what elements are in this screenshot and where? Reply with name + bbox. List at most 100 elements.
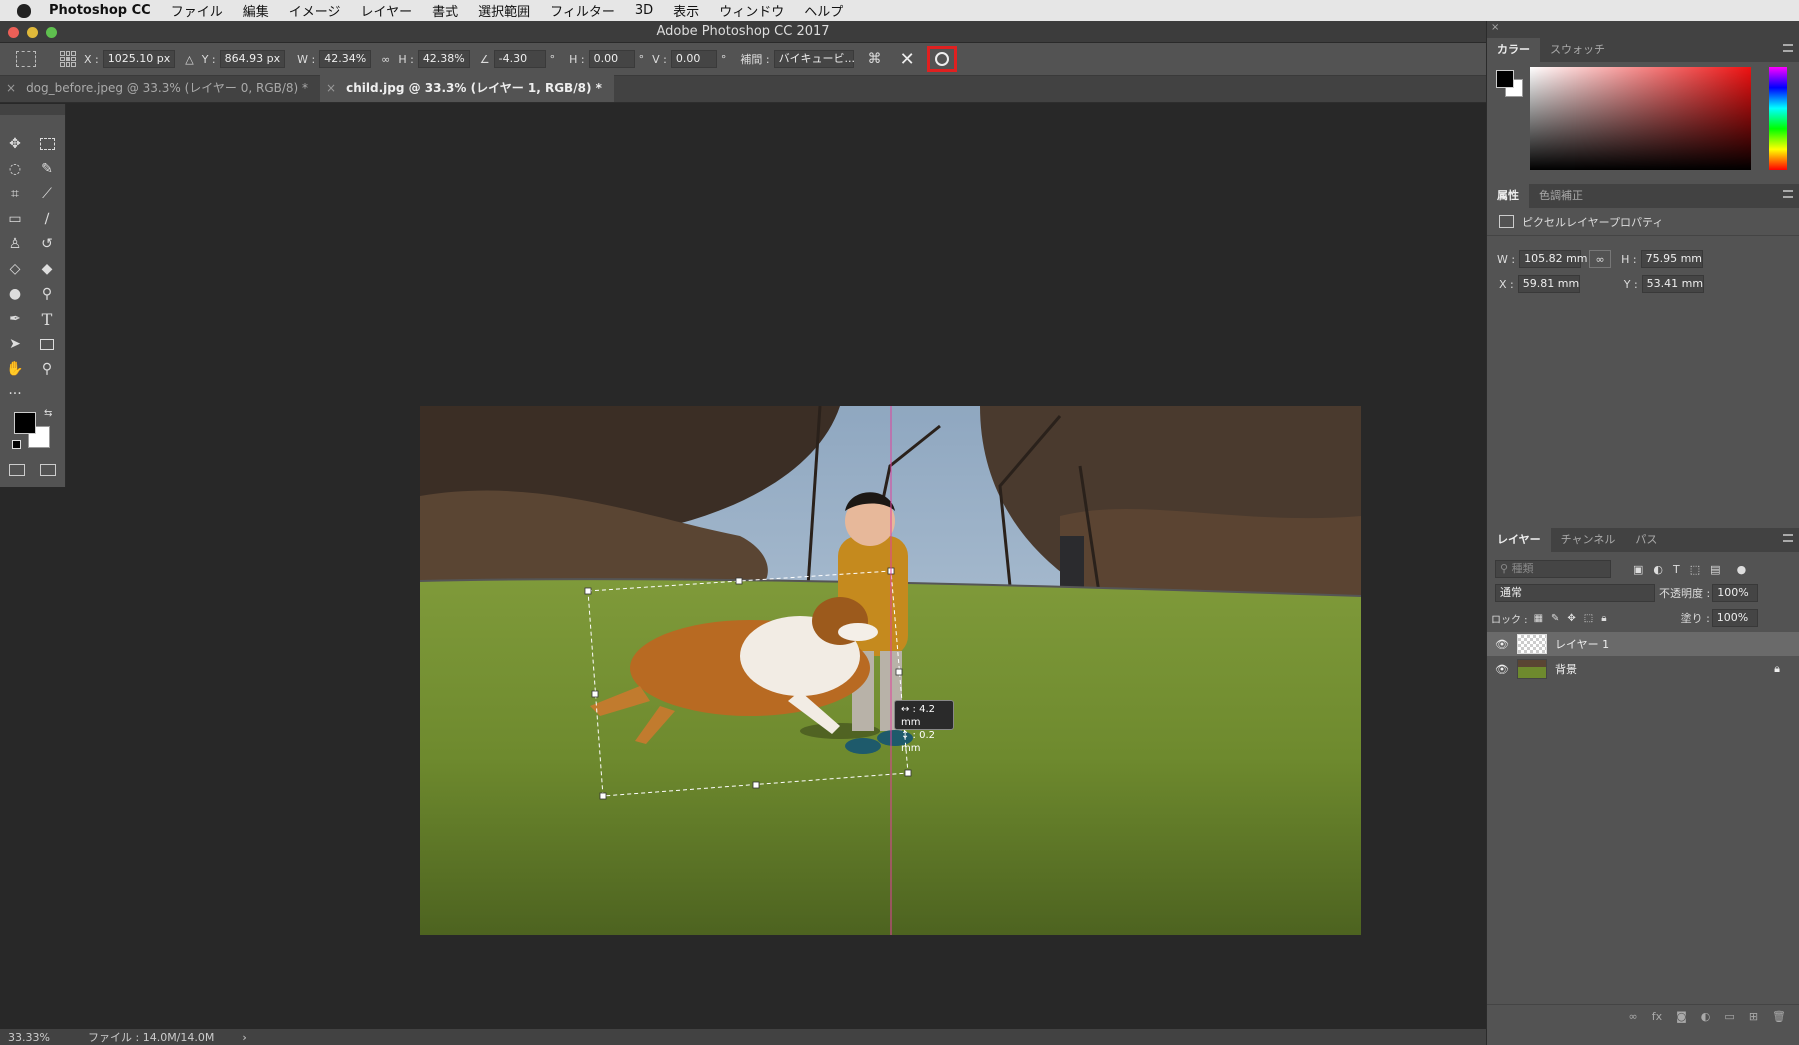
interpolation-select[interactable]: バイキュービ... bbox=[773, 50, 855, 68]
foreground-color-swatch[interactable] bbox=[1496, 70, 1514, 88]
close-window-icon[interactable] bbox=[8, 27, 19, 38]
opacity-input[interactable]: 100% bbox=[1712, 584, 1759, 602]
menu-filter[interactable]: フィルター bbox=[550, 1, 615, 20]
lock-artboard-icon[interactable]: ⬚ bbox=[1584, 613, 1593, 624]
status-menu-arrow[interactable]: › bbox=[242, 1031, 246, 1044]
lock-position-icon[interactable]: ✥ bbox=[1567, 613, 1575, 624]
link-layers-icon[interactable]: ∞ bbox=[1629, 1010, 1638, 1023]
new-layer-icon[interactable]: ⊞ bbox=[1749, 1010, 1758, 1023]
canvas-area[interactable]: ↔ : 4.2 mm ↕ : 0.2 mm bbox=[0, 103, 1486, 1032]
close-tab-icon[interactable]: × bbox=[326, 75, 336, 102]
zoom-level[interactable]: 33.33% bbox=[8, 1031, 78, 1044]
default-colors-icon[interactable] bbox=[12, 440, 21, 449]
layer-row[interactable]: 👁︎ 背景 🔒︎ bbox=[1487, 657, 1799, 681]
cancel-transform-icon[interactable]: ✕ bbox=[900, 49, 915, 70]
panel-menu-icon[interactable] bbox=[1783, 44, 1793, 52]
vskew-input[interactable]: 0.00 bbox=[670, 50, 717, 68]
menu-image[interactable]: イメージ bbox=[289, 1, 341, 20]
delta-icon[interactable]: △ bbox=[185, 53, 193, 66]
layer-filter-select[interactable]: ⚲ 種類 bbox=[1495, 560, 1611, 578]
dodge-tool-icon[interactable]: ⚲ bbox=[37, 284, 57, 304]
paint-bucket-tool-icon[interactable]: ◆ bbox=[37, 259, 57, 279]
menu-help[interactable]: ヘルプ bbox=[804, 1, 843, 20]
tab-child[interactable]: × child.jpg @ 33.3% (レイヤー 1, RGB/8) * bbox=[320, 75, 614, 102]
menu-app-name[interactable]: Photoshop CC bbox=[49, 3, 151, 18]
tab-paths[interactable]: パス bbox=[1625, 528, 1667, 552]
tab-dog-before[interactable]: × dog_before.jpeg @ 33.3% (レイヤー 0, RGB/8… bbox=[0, 75, 320, 102]
prop-x-input[interactable]: 59.81 mm bbox=[1517, 275, 1580, 293]
width-input[interactable]: 42.34% bbox=[319, 50, 372, 68]
document-image[interactable]: ↔ : 4.2 mm ↕ : 0.2 mm bbox=[420, 406, 1361, 935]
zoom-tool-icon[interactable]: ⚲ bbox=[37, 359, 57, 379]
menu-layer[interactable]: レイヤー bbox=[360, 1, 412, 20]
layer-style-icon[interactable]: fx bbox=[1652, 1010, 1662, 1023]
more-tools-icon[interactable]: ··· bbox=[5, 384, 25, 404]
tab-swatches[interactable]: スウォッチ bbox=[1540, 38, 1615, 62]
menu-3d[interactable]: 3D bbox=[635, 3, 653, 18]
link-icon[interactable]: ∞ bbox=[381, 53, 390, 66]
filter-adjustment-icon[interactable]: ◐ bbox=[1653, 563, 1663, 576]
filter-shape-icon[interactable]: ⬚ bbox=[1690, 563, 1700, 576]
clone-stamp-tool-icon[interactable]: ♙ bbox=[5, 234, 25, 254]
y-input[interactable]: 864.93 px bbox=[219, 50, 286, 68]
crop-tool-icon[interactable]: ⌗ bbox=[5, 184, 25, 204]
blend-mode-select[interactable]: 通常 bbox=[1495, 584, 1655, 602]
commit-transform-icon[interactable] bbox=[926, 46, 957, 72]
close-dock-icon[interactable]: × bbox=[1491, 22, 1499, 33]
pen-tool-icon[interactable]: ✒ bbox=[5, 309, 25, 329]
move-tool-icon[interactable]: ✥ bbox=[5, 134, 25, 154]
hskew-input[interactable]: 0.00 bbox=[588, 50, 635, 68]
blur-tool-icon[interactable]: ● bbox=[5, 284, 25, 304]
link-icon[interactable]: ∞ bbox=[1589, 250, 1612, 268]
prop-width-input[interactable]: 105.82 mm bbox=[1519, 250, 1588, 268]
layer-row[interactable]: 👁︎ レイヤー 1 bbox=[1487, 632, 1799, 656]
fill-input[interactable]: 100% bbox=[1711, 609, 1758, 627]
prop-y-input[interactable]: 53.41 mm bbox=[1641, 275, 1704, 293]
tab-layers[interactable]: レイヤー bbox=[1487, 528, 1551, 552]
zoom-window-icon[interactable] bbox=[46, 27, 57, 38]
prop-height-input[interactable]: 75.95 mm bbox=[1640, 250, 1703, 268]
tab-channels[interactable]: チャンネル bbox=[1551, 528, 1626, 552]
healing-brush-tool-icon[interactable]: ▭ bbox=[5, 209, 25, 229]
warp-icon[interactable]: ⌘ bbox=[868, 51, 882, 67]
panel-menu-icon[interactable] bbox=[1783, 534, 1793, 542]
filter-type-icon[interactable]: T bbox=[1673, 563, 1680, 576]
angle-input[interactable]: -4.30 bbox=[493, 50, 546, 68]
minimize-window-icon[interactable] bbox=[27, 27, 38, 38]
eraser-tool-icon[interactable]: ◇ bbox=[5, 259, 25, 279]
filter-toggle-icon[interactable]: ● bbox=[1737, 563, 1747, 576]
tab-properties[interactable]: 属性 bbox=[1487, 184, 1529, 208]
screen-mode-icon[interactable] bbox=[40, 464, 56, 476]
reference-point-icon[interactable] bbox=[60, 51, 76, 67]
visibility-eye-icon[interactable]: 👁︎ bbox=[1495, 663, 1511, 676]
height-input[interactable]: 42.38% bbox=[417, 50, 470, 68]
lock-transparent-icon[interactable]: ▦ bbox=[1534, 613, 1543, 624]
layer-name[interactable]: レイヤー 1 bbox=[1555, 636, 1609, 652]
history-brush-tool-icon[interactable]: ↺ bbox=[37, 234, 57, 254]
menu-file[interactable]: ファイル bbox=[171, 1, 223, 20]
menu-type[interactable]: 書式 bbox=[432, 1, 458, 20]
tab-adjustments[interactable]: 色調補正 bbox=[1529, 184, 1593, 208]
add-mask-icon[interactable]: ◙ bbox=[1676, 1010, 1687, 1023]
rectangle-tool-icon[interactable] bbox=[37, 334, 57, 354]
path-select-tool-icon[interactable]: ➤ bbox=[5, 334, 25, 354]
close-tab-icon[interactable]: × bbox=[6, 75, 16, 102]
lock-all-icon[interactable]: 🔒︎ bbox=[1601, 613, 1606, 624]
hue-slider[interactable] bbox=[1769, 67, 1787, 170]
menu-select[interactable]: 選択範囲 bbox=[478, 1, 530, 20]
filter-smart-object-icon[interactable]: ▤ bbox=[1710, 563, 1720, 576]
menu-edit[interactable]: 編集 bbox=[243, 1, 269, 20]
menu-window[interactable]: ウィンドウ bbox=[719, 1, 784, 20]
color-field[interactable] bbox=[1530, 67, 1751, 170]
swap-colors-icon[interactable]: ⇆ bbox=[44, 408, 52, 419]
menu-view[interactable]: 表示 bbox=[673, 1, 699, 20]
type-tool-icon[interactable]: T bbox=[37, 309, 57, 329]
delete-layer-icon[interactable]: 🗑︎ bbox=[1772, 1010, 1786, 1023]
hand-tool-icon[interactable]: ✋ bbox=[5, 359, 25, 379]
transform-tool-icon[interactable] bbox=[16, 51, 36, 67]
quick-select-tool-icon[interactable]: ✎ bbox=[37, 159, 57, 179]
eyedropper-tool-icon[interactable]: ⟋ bbox=[37, 184, 57, 204]
marquee-tool-icon[interactable] bbox=[37, 134, 57, 154]
foreground-color-swatch[interactable] bbox=[14, 412, 36, 434]
brush-tool-icon[interactable]: ∕ bbox=[37, 209, 57, 229]
